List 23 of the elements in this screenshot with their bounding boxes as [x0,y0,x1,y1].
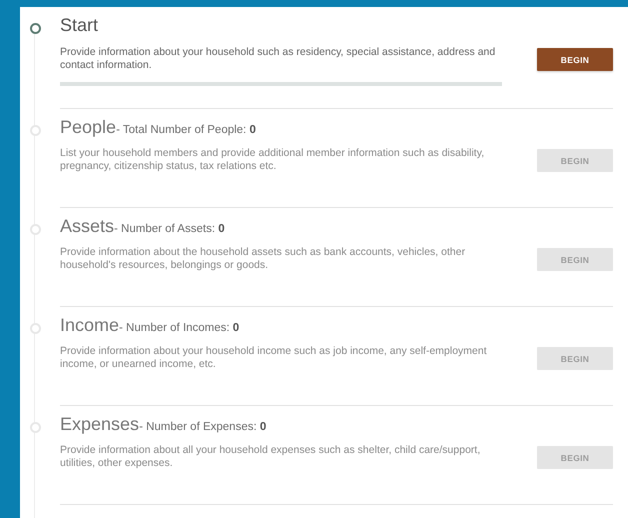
step-count: 0 [249,124,256,136]
begin-button[interactable]: BEGIN [537,149,613,172]
step-description: Provide information about the household assets such as bank accounts, vehicles, other household's resources, belongings or goods. [60,246,466,272]
begin-button[interactable]: BEGIN [537,248,613,271]
begin-button[interactable]: BEGIN [537,48,613,71]
begin-button[interactable]: BEGIN [537,347,613,370]
step-title: Assets [60,216,114,237]
step-count: 0 [260,421,266,433]
step-title: Start [60,15,98,36]
step-count: 0 [218,223,225,235]
step-title: People [60,117,116,138]
step-title: Expenses [60,414,140,435]
step-count-label: - Number of Expenses: [139,421,258,433]
step-count-label: - Number of Assets: [114,223,216,235]
begin-button[interactable]: BEGIN [537,446,613,469]
step-description: Provide information about your household income such as job income, any self-employment income, or unearned income, etc. [60,345,488,371]
step-title: Income [60,315,120,336]
step-description: List your household members and provide additional member information such as disability, pregnancy, citizenship status, tax relations etc. [60,147,486,173]
step-count-label: - Total Number of People: [116,124,248,136]
step-count: 0 [232,322,240,334]
step-count-label: - Number of Incomes: [119,322,231,334]
step-description: Provide information about your household such as residency, special assistance, address and contact information. [60,46,496,72]
step-description: Provide information about all your household expenses such as shelter, child care/support, utilities, other expenses. [60,444,482,470]
